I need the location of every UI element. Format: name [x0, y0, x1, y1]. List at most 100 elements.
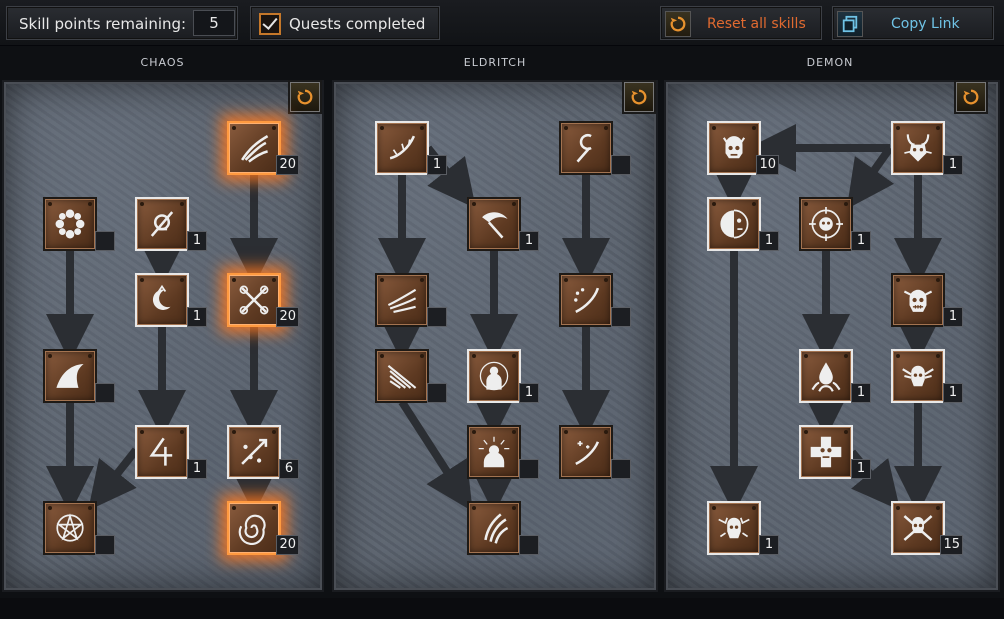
pentagram-icon — [56, 513, 84, 542]
reset-icon — [963, 89, 979, 105]
bat-skull-icon — [718, 517, 750, 539]
sparkle-blade-icon — [574, 287, 600, 314]
skill-level-badge: 1 — [187, 231, 207, 251]
skill-points-value: 5 — [193, 10, 235, 36]
skill-level-badge — [519, 535, 539, 555]
reset-icon — [665, 11, 691, 37]
skill-node-c5[interactable]: 1 — [135, 425, 207, 479]
skill-node-c4[interactable] — [43, 349, 115, 403]
skill-points-label: Skill points remaining: — [19, 15, 187, 33]
reset-all-skills-button[interactable]: Reset all skills — [660, 6, 822, 40]
skill-level-badge — [611, 307, 631, 327]
hooded-figure-icon — [479, 361, 509, 391]
skill-node-d8[interactable]: 1 — [799, 425, 871, 479]
skill-level-badge — [95, 231, 115, 251]
skill-node-c10[interactable]: 20 — [227, 501, 299, 555]
skill-level-badge — [427, 307, 447, 327]
skill-node-c7[interactable]: 20 — [227, 121, 299, 175]
skill-node-e10[interactable] — [467, 501, 539, 555]
top-bar: Skill points remaining: 5 Quests complet… — [0, 0, 1004, 46]
skill-level-badge: 1 — [519, 231, 539, 251]
skill-level-badge — [611, 155, 631, 175]
star-blade-icon — [575, 440, 600, 466]
flower-icon — [55, 209, 85, 239]
skill-level-badge: 1 — [851, 459, 871, 479]
skill-node-d7[interactable]: 1 — [891, 349, 963, 403]
skill-node-d5[interactable]: 1 — [891, 273, 963, 327]
skill-node-e3[interactable] — [559, 121, 631, 175]
quests-checkbox[interactable] — [259, 13, 281, 35]
horned-demon-icon — [904, 134, 932, 162]
skill-node-e9[interactable] — [559, 425, 631, 479]
tree-title-demon: DEMON — [806, 56, 854, 69]
skill-level-badge: 20 — [276, 155, 299, 175]
skill-node-d9[interactable]: 1 — [707, 501, 779, 555]
skill-node-e1[interactable]: 1 — [375, 121, 447, 175]
skill-node-e6[interactable] — [375, 349, 447, 403]
reset-icon — [297, 89, 313, 105]
half-mask-icon — [720, 209, 749, 239]
skill-node-e8[interactable] — [467, 425, 539, 479]
skill-node-d1[interactable]: 10 — [707, 121, 779, 175]
thorn-whip-icon — [389, 135, 416, 160]
skill-level-badge: 20 — [276, 307, 299, 327]
skill-node-d10[interactable]: 15 — [891, 501, 963, 555]
skill-node-c2[interactable]: 1 — [135, 197, 207, 251]
eldritch-reset-button[interactable] — [624, 82, 654, 112]
copy-link-label: Copy Link — [891, 16, 960, 32]
skill-node-d6[interactable]: 1 — [799, 349, 871, 403]
demon-reset-button[interactable] — [956, 82, 986, 112]
crescent-moon-icon — [152, 284, 171, 310]
shark-fin-icon — [56, 364, 84, 388]
tree-title-eldritch: ELDRITCH — [463, 56, 527, 69]
skill-level-badge: 1 — [519, 383, 539, 403]
skill-node-c6[interactable] — [43, 501, 115, 555]
spiral-vortex-icon — [238, 514, 266, 545]
copy-icon — [837, 11, 863, 37]
skill-node-c3[interactable]: 1 — [135, 273, 207, 327]
feather-wing-icon — [387, 364, 417, 389]
skill-level-badge: 1 — [943, 155, 963, 175]
cross-skull-icon — [810, 436, 842, 468]
radiant-bust-icon — [478, 436, 510, 468]
target-skull-icon — [809, 207, 843, 241]
skill-node-d2[interactable]: 1 — [891, 121, 963, 175]
skill-node-e2[interactable]: 1 — [467, 197, 539, 251]
quests-completed-toggle[interactable]: Quests completed — [250, 6, 440, 40]
skill-node-e5[interactable] — [559, 273, 631, 327]
skill-node-e7[interactable]: 1 — [467, 349, 539, 403]
scythe-icon — [482, 212, 508, 239]
skill-node-d3[interactable]: 1 — [707, 197, 779, 251]
skill-level-badge — [611, 459, 631, 479]
skill-level-badge: 1 — [759, 535, 779, 555]
crossed-chains-icon — [239, 285, 269, 315]
skill-level-badge: 15 — [940, 535, 963, 555]
bottom-bar — [0, 598, 1004, 619]
chaos-reset-button[interactable] — [290, 82, 320, 112]
skill-node-c9[interactable]: 6 — [227, 425, 299, 479]
wind-claw-icon — [387, 288, 417, 313]
winged-skull-icon — [902, 365, 934, 387]
skill-level-badge: 1 — [943, 383, 963, 403]
cursed-sigil-icon — [150, 211, 174, 237]
grinning-skull-icon — [903, 289, 933, 312]
skill-level-badge — [95, 535, 115, 555]
skill-node-d4[interactable]: 1 — [799, 197, 871, 251]
skill-level-badge — [519, 459, 539, 479]
skill-level-badge: 20 — [276, 535, 299, 555]
copy-link-button[interactable]: Copy Link — [832, 6, 994, 40]
skill-node-e4[interactable] — [375, 273, 447, 327]
skill-level-badge: 1 — [187, 459, 207, 479]
skill-level-badge: 1 — [759, 231, 779, 251]
skill-points-box: Skill points remaining: 5 — [6, 6, 238, 40]
skill-level-badge: 1 — [187, 307, 207, 327]
quests-label: Quests completed — [289, 15, 426, 33]
flame-claw-icon — [241, 134, 269, 163]
skill-node-c8[interactable]: 20 — [227, 273, 299, 327]
crossbones-skull-icon — [903, 515, 933, 541]
bent-arrow-rune-icon — [149, 437, 173, 466]
skill-node-c1[interactable] — [43, 197, 115, 251]
skill-level-badge — [95, 383, 115, 403]
skill-level-badge — [427, 383, 447, 403]
skill-level-badge: 6 — [279, 459, 299, 479]
